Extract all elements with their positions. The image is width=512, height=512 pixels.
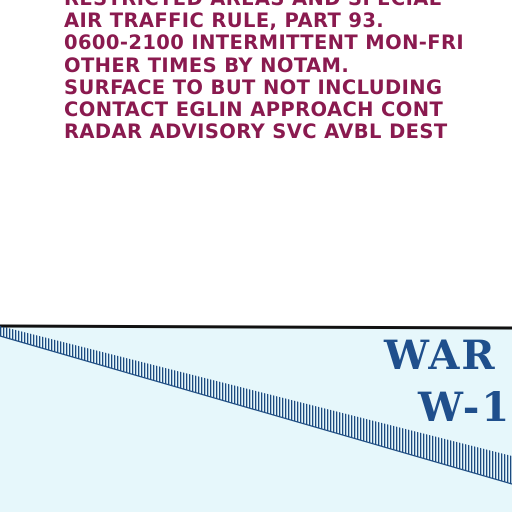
note-line-7: RADAR ADVISORY SVC AVBL DEST bbox=[64, 120, 448, 144]
warning-area-id: W-1 bbox=[418, 384, 512, 431]
warning-area-boundary bbox=[0, 324, 512, 330]
note-line-4: OTHER TIMES BY NOTAM. bbox=[64, 53, 350, 77]
airspace-note: RESTRICTED AREAS AND SPECIAL AIR TRAFFIC… bbox=[64, 0, 464, 143]
note-line-2: AIR TRAFFIC RULE, PART 93. bbox=[64, 9, 385, 33]
note-line-6: CONTACT EGLIN APPROACH CONT bbox=[64, 98, 444, 122]
note-line-3: 0600-2100 INTERMITTENT MON-FRI bbox=[64, 31, 465, 55]
warning-area-name: WAR bbox=[384, 332, 497, 379]
note-line-5: SURFACE TO BUT NOT INCLUDING bbox=[64, 75, 443, 99]
